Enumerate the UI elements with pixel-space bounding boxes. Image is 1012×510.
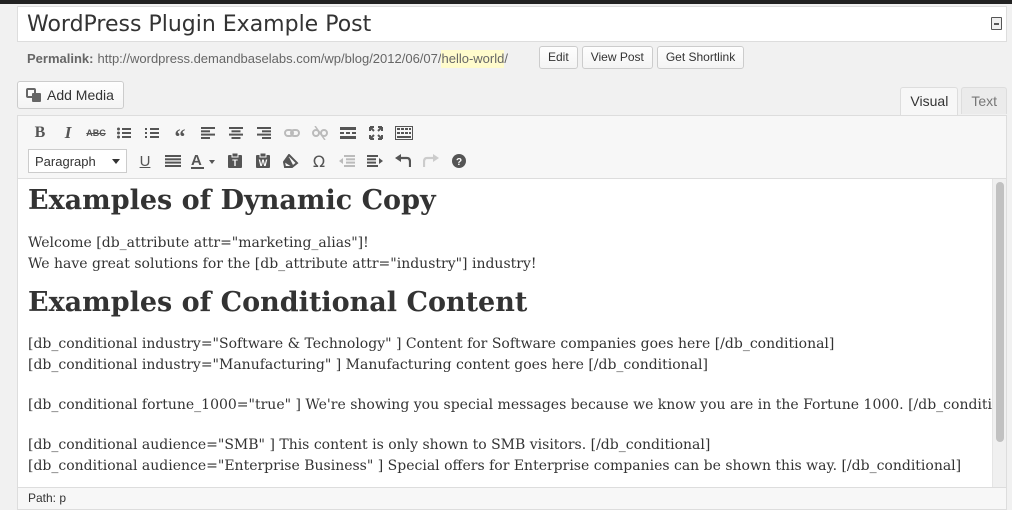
svg-text:?: ? — [456, 157, 462, 168]
toolbar-toggle-icon[interactable] — [392, 121, 416, 145]
permalink-suffix: / — [504, 51, 508, 66]
editor-tabs: Visual Text — [900, 87, 1007, 116]
editor-scrollbar[interactable] — [992, 179, 1006, 488]
help-icon[interactable]: ? — [447, 149, 471, 173]
paragraph-line-6[interactable]: [db_conditional audience="SMB" ] This co… — [28, 435, 988, 456]
paragraph-line-5[interactable]: [db_conditional fortune_1000="true" ] We… — [28, 395, 1006, 416]
screen-options-icon[interactable] — [991, 17, 1002, 30]
bullet-list-icon[interactable] — [112, 121, 136, 145]
paragraph-line-7[interactable]: [db_conditional audience="Enterprise Bus… — [28, 456, 988, 477]
svg-text:T: T — [232, 158, 238, 168]
numbered-list-icon[interactable] — [140, 121, 164, 145]
toolbar-row-1: B I ABC “ — [28, 121, 420, 149]
get-shortlink-button[interactable]: Get Shortlink — [656, 46, 745, 69]
more-tag-icon[interactable] — [336, 121, 360, 145]
clear-formatting-icon[interactable] — [279, 149, 303, 173]
permalink-slug[interactable]: hello-world — [441, 50, 505, 68]
toolbar-row-2: Paragraph U A T W Ω ? — [28, 149, 475, 173]
align-center-icon[interactable] — [224, 121, 248, 145]
heading-conditional-content[interactable]: Examples of Conditional Content — [28, 285, 988, 321]
post-title-text[interactable]: WordPress Plugin Example Post — [27, 12, 371, 37]
permalink-label: Permalink: — [27, 51, 94, 66]
paragraph-line-3[interactable]: [db_conditional industry="Software & Tec… — [28, 334, 988, 355]
admin-top-bar — [0, 0, 1012, 4]
editor-body[interactable]: Examples of Dynamic Copy Welcome [db_att… — [28, 179, 1006, 477]
strikethrough-icon[interactable]: ABC — [84, 121, 108, 145]
format-select-value: Paragraph — [35, 153, 96, 169]
svg-text:W: W — [259, 158, 268, 168]
underline-icon[interactable]: U — [133, 149, 157, 173]
scrollbar-thumb[interactable] — [996, 182, 1004, 442]
view-post-button[interactable]: View Post — [581, 46, 653, 69]
permalink-base: http://wordpress.demandbaselabs.com/wp/b… — [97, 51, 442, 66]
heading-dynamic-copy[interactable]: Examples of Dynamic Copy — [28, 183, 988, 219]
post-title-field[interactable]: WordPress Plugin Example Post — [17, 6, 1007, 42]
indent-icon[interactable] — [363, 149, 387, 173]
media-icon — [26, 87, 42, 103]
tab-visual[interactable]: Visual — [900, 87, 959, 116]
element-path: Path: p — [28, 491, 67, 505]
chevron-down-icon — [112, 158, 120, 164]
justify-icon[interactable] — [161, 149, 185, 173]
undo-icon[interactable] — [391, 149, 415, 173]
italic-icon[interactable]: I — [56, 121, 80, 145]
permalink-row: Permalink: http://wordpress.demandbasela… — [27, 50, 508, 68]
fullscreen-icon[interactable] — [364, 121, 388, 145]
permalink-buttons: Edit View Post Get Shortlink — [539, 46, 745, 69]
insert-link-icon[interactable] — [280, 121, 304, 145]
redo-icon[interactable] — [419, 149, 443, 173]
bold-icon[interactable]: B — [28, 121, 52, 145]
remove-link-icon[interactable] — [308, 121, 332, 145]
editor-content[interactable]: Examples of Dynamic Copy Welcome [db_att… — [18, 178, 1006, 488]
align-right-icon[interactable] — [252, 121, 276, 145]
text-color-icon[interactable]: A — [189, 149, 219, 173]
add-media-button[interactable]: Add Media — [17, 81, 124, 109]
paragraph-line-4[interactable]: [db_conditional industry="Manufacturing"… — [28, 355, 988, 376]
paste-text-icon[interactable]: T — [223, 149, 247, 173]
add-media-label: Add Media — [47, 87, 114, 103]
editor-status-bar: Path: p — [18, 487, 1006, 509]
align-left-icon[interactable] — [196, 121, 220, 145]
edit-permalink-button[interactable]: Edit — [539, 46, 578, 69]
format-select[interactable]: Paragraph — [28, 149, 127, 173]
special-character-icon[interactable]: Ω — [307, 149, 331, 173]
paste-word-icon[interactable]: W — [251, 149, 275, 173]
outdent-icon[interactable] — [335, 149, 359, 173]
tab-text[interactable]: Text — [961, 87, 1007, 114]
editor-container: B I ABC “ Paragraph U A T W Ω ? Examples… — [17, 115, 1007, 510]
svg-text:A: A — [191, 153, 202, 169]
paragraph-line-1[interactable]: Welcome [db_attribute attr="marketing_al… — [28, 233, 988, 254]
blockquote-icon[interactable]: “ — [168, 121, 192, 149]
paragraph-line-2[interactable]: We have great solutions for the [db_attr… — [28, 254, 988, 275]
